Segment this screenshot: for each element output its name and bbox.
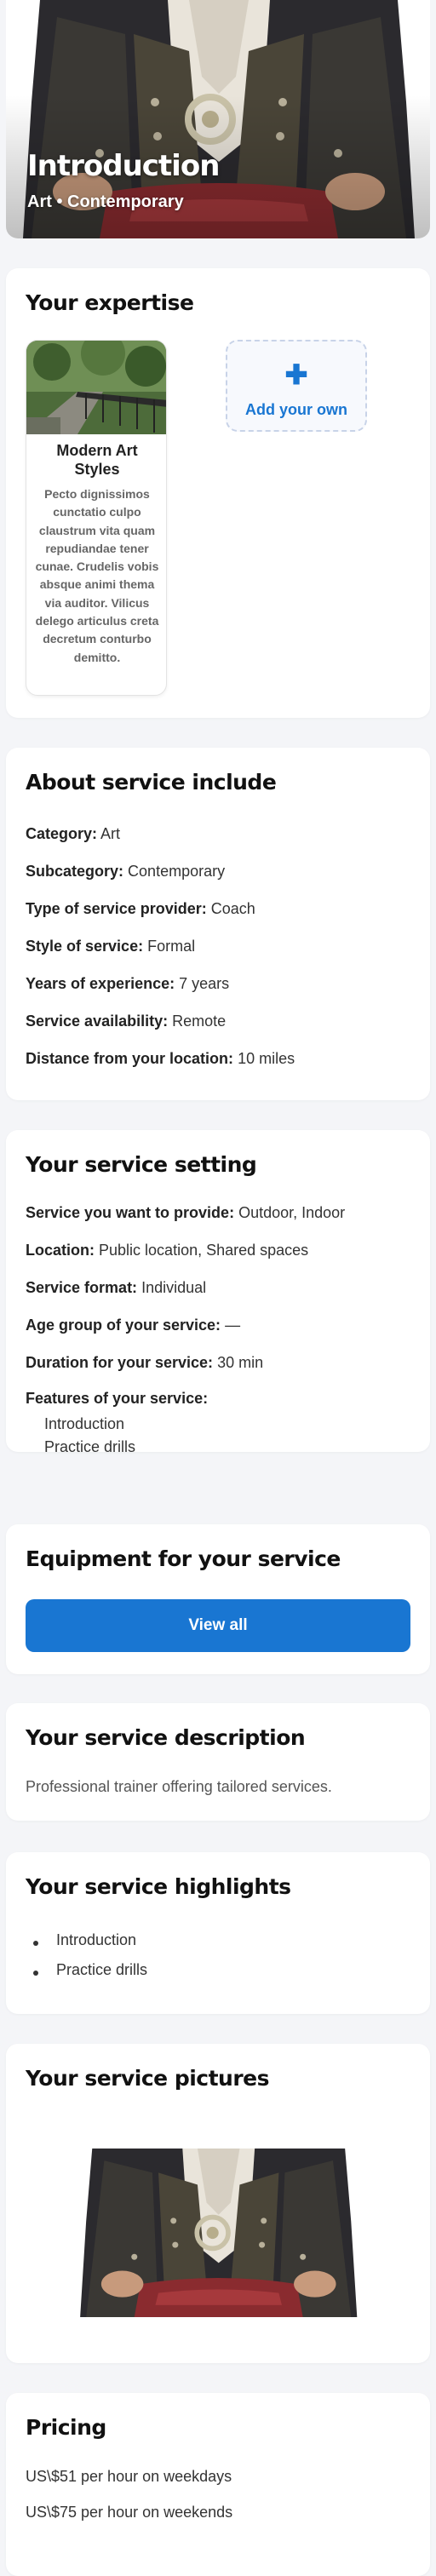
plus-icon: ✚ — [284, 359, 308, 390]
view-all-button[interactable]: View all — [26, 1599, 410, 1652]
hero-subtitle: Art • Contemporary — [27, 192, 184, 211]
expertise-card-description: Pecto dignissimos cunctatio culpo claust… — [35, 487, 159, 664]
expertise-card[interactable]: Modern Art Styles Pecto dignissimos cunc… — [26, 340, 167, 696]
detail-row: Service availability: Remote — [26, 1013, 227, 1030]
hero-banner: Introduction Art • Contemporary — [6, 0, 430, 238]
bullet-icon — [33, 1941, 38, 1946]
add-your-own-button[interactable]: ✚ Add your own — [226, 340, 367, 432]
hero-title: Introduction — [27, 149, 220, 183]
highlights-section: Your service highlights Introduction Pra… — [6, 1852, 430, 2014]
detail-row: Service you want to provide: Outdoor, In… — [26, 1204, 346, 1221]
section-heading: About service include — [26, 770, 277, 795]
section-heading: Equipment for your service — [26, 1546, 341, 1571]
detail-row: Years of experience: 7 years — [26, 975, 230, 992]
detail-row: Type of service provider: Coach — [26, 900, 255, 917]
expertise-card-image — [26, 341, 167, 434]
highlight-item: Introduction — [56, 1931, 137, 1948]
section-heading: Your service setting — [26, 1152, 257, 1177]
section-heading: Your service pictures — [26, 2066, 270, 2091]
detail-row: Subcategory: Contemporary — [26, 863, 226, 880]
features-label: Features of your service: — [26, 1390, 209, 1407]
section-heading: Your service highlights — [26, 1874, 291, 1899]
detail-row: Location: Public location, Shared spaces — [26, 1242, 309, 1259]
about-section: About service include Category: Art Subc… — [6, 748, 430, 1100]
bullet-icon — [33, 1971, 38, 1976]
expertise-card-title: Modern Art Styles — [56, 442, 138, 478]
expertise-section: Your expertise Modern Art Styles Pecto d… — [6, 268, 430, 718]
pricing-section: Pricing US\$51 per hour on weekdays US\$… — [6, 2393, 430, 2576]
detail-row: Distance from your location: 10 miles — [26, 1050, 295, 1067]
feature-item: Practice drills — [44, 1438, 136, 1455]
price-weekdays: US\$51 per hour on weekdays — [26, 2468, 232, 2485]
service-setting-section: Your service setting Service you want to… — [6, 1130, 430, 1455]
equipment-section: Equipment for your service View all — [6, 1524, 430, 1674]
section-heading: Pricing — [26, 2415, 106, 2440]
service-picture[interactable] — [68, 2126, 368, 2340]
highlight-item: Practice drills — [56, 1961, 148, 1978]
description-section: Your service description Professional tr… — [6, 1703, 430, 1821]
detail-row: Age group of your service: — — [26, 1317, 241, 1334]
detail-row: Style of service: Formal — [26, 938, 196, 955]
pictures-section: Your service pictures — [6, 2044, 430, 2363]
detail-row: Category: Art — [26, 825, 121, 842]
section-heading: Your service description — [26, 1725, 306, 1750]
detail-row: Duration for your service: 30 min — [26, 1354, 264, 1371]
service-description: Professional trainer offering tailored s… — [26, 1778, 332, 1795]
section-heading: Your expertise — [26, 290, 194, 315]
detail-row: Service format: Individual — [26, 1279, 207, 1296]
feature-item: Introduction — [44, 1415, 125, 1432]
price-weekends: US\$75 per hour on weekends — [26, 2504, 233, 2521]
add-your-own-label: Add your own — [245, 401, 347, 418]
